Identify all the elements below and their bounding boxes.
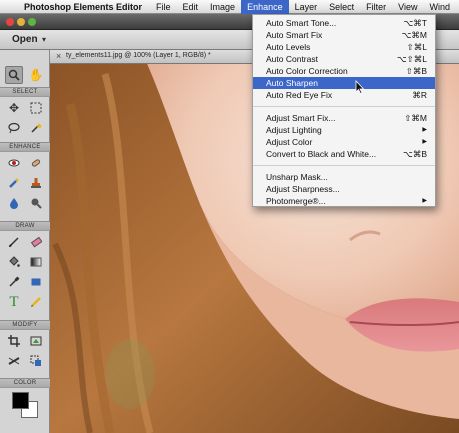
- crop-icon[interactable]: [5, 332, 23, 350]
- menu-item-auto-smart-tone[interactable]: Auto Smart Tone... ⌥⌘T: [253, 17, 435, 29]
- enhance-menu-dropdown: Auto Smart Tone... ⌥⌘T Auto Smart Fix ⌥⌘…: [252, 14, 436, 207]
- paint-bucket-icon[interactable]: [5, 253, 23, 271]
- red-eye-icon[interactable]: [5, 154, 23, 172]
- clone-stamp-icon[interactable]: [27, 174, 45, 192]
- sponge-icon[interactable]: [27, 194, 45, 212]
- menu-enhance[interactable]: Enhance: [241, 0, 289, 14]
- section-color-label: COLOR: [0, 378, 50, 388]
- close-tab-icon[interactable]: ×: [56, 51, 61, 61]
- hand-icon[interactable]: ✋: [27, 66, 45, 84]
- eyedropper-icon[interactable]: [5, 273, 23, 291]
- menu-item-auto-sharpen[interactable]: Auto Sharpen: [253, 77, 435, 89]
- menu-item-adjust-color[interactable]: Adjust Color ▶: [253, 136, 435, 148]
- submenu-arrow-icon: ▶: [422, 127, 427, 133]
- shape-icon[interactable]: [27, 273, 45, 291]
- move-icon[interactable]: ✥: [5, 99, 23, 117]
- menu-layer[interactable]: Layer: [289, 0, 324, 14]
- gradient-icon[interactable]: [27, 253, 45, 271]
- menu-item-auto-levels[interactable]: Auto Levels ⇧⌘L: [253, 41, 435, 53]
- menu-edit[interactable]: Edit: [177, 0, 205, 14]
- section-draw-label: DRAW: [0, 221, 50, 231]
- eraser-icon[interactable]: [27, 233, 45, 251]
- open-dropdown-icon[interactable]: ▾: [42, 35, 46, 44]
- menu-item-adjust-sharpness[interactable]: Adjust Sharpness...: [253, 183, 435, 195]
- submenu-arrow-icon: ▶: [422, 198, 427, 204]
- menu-item-photomerge[interactable]: Photomerge®... ▶: [253, 195, 435, 207]
- toolbox: ✋ SELECT ✥ ENHANCE DRAW T MODIFY COLOR: [0, 50, 50, 433]
- menu-item-auto-smart-fix[interactable]: Auto Smart Fix ⌥⌘M: [253, 29, 435, 41]
- menu-bar: Photoshop Elements Editor File Edit Imag…: [0, 0, 459, 14]
- magic-wand-icon[interactable]: [27, 119, 45, 137]
- menu-window[interactable]: Wind: [423, 0, 456, 14]
- blur-icon[interactable]: [5, 194, 23, 212]
- minimize-window-button[interactable]: [17, 18, 25, 26]
- menu-filter[interactable]: Filter: [360, 0, 392, 14]
- menu-item-adjust-smart-fix[interactable]: Adjust Smart Fix... ⇧⌘M: [253, 112, 435, 124]
- menu-item-auto-contrast[interactable]: Auto Contrast ⌥⇧⌘L: [253, 53, 435, 65]
- lasso-icon[interactable]: [5, 119, 23, 137]
- mouse-cursor-icon: [355, 80, 365, 94]
- menu-separator: [253, 165, 435, 166]
- menu-separator: [253, 106, 435, 107]
- straighten-icon[interactable]: [5, 352, 23, 370]
- open-button[interactable]: Open: [12, 34, 38, 45]
- menu-item-auto-color-correction[interactable]: Auto Color Correction ⇧⌘B: [253, 65, 435, 77]
- menu-file[interactable]: File: [150, 0, 177, 14]
- section-enhance-label: ENHANCE: [0, 142, 50, 152]
- section-select-label: SELECT: [0, 87, 50, 97]
- section-modify-label: MODIFY: [0, 320, 50, 330]
- menu-item-convert-to-black-and-white[interactable]: Convert to Black and White... ⌥⌘B: [253, 148, 435, 160]
- pencil-icon[interactable]: [27, 293, 45, 311]
- menu-image[interactable]: Image: [204, 0, 241, 14]
- menu-view[interactable]: View: [392, 0, 423, 14]
- zoom-icon[interactable]: [5, 66, 23, 84]
- submenu-arrow-icon: ▶: [422, 139, 427, 145]
- close-window-button[interactable]: [6, 18, 14, 26]
- zoom-window-button[interactable]: [28, 18, 36, 26]
- menu-app-name[interactable]: Photoshop Elements Editor: [22, 2, 150, 12]
- brush-icon[interactable]: [5, 233, 23, 251]
- foreground-color-swatch[interactable]: [12, 392, 29, 409]
- menu-select[interactable]: Select: [323, 0, 360, 14]
- marquee-icon[interactable]: [27, 99, 45, 117]
- spot-heal-icon[interactable]: [27, 154, 45, 172]
- menu-item-unsharp-mask[interactable]: Unsharp Mask...: [253, 171, 435, 183]
- smart-brush-icon[interactable]: [5, 174, 23, 192]
- content-move-icon[interactable]: [27, 352, 45, 370]
- recompose-icon[interactable]: [27, 332, 45, 350]
- menu-item-auto-red-eye-fix[interactable]: Auto Red Eye Fix ⌘R: [253, 89, 435, 101]
- document-tab-title: ty_elements11.jpg @ 100% (Layer 1, RGB/8…: [66, 52, 211, 59]
- menu-item-adjust-lighting[interactable]: Adjust Lighting ▶: [253, 124, 435, 136]
- type-icon[interactable]: T: [5, 293, 23, 311]
